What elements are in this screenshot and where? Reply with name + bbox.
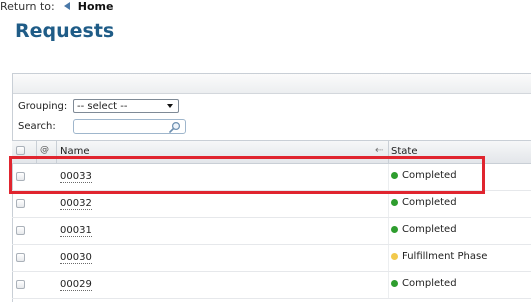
panel-header (13, 74, 531, 94)
grouping-select-value: -- select -- (77, 101, 128, 112)
table-header: @ Name ⇠ State (12, 140, 531, 164)
grouping-label: Grouping: (18, 101, 68, 112)
search-icon[interactable] (168, 121, 182, 133)
return-label: Return to: (0, 0, 55, 13)
request-name-link[interactable]: 00029 (60, 279, 92, 291)
request-state: Completed (391, 224, 457, 236)
status-dot-icon (391, 252, 398, 260)
request-name-link[interactable]: 00032 (60, 198, 92, 210)
state-label: Completed (402, 224, 457, 235)
row-checkbox[interactable] (16, 253, 25, 262)
grouping-select[interactable]: -- select -- (73, 99, 179, 113)
column-divider (388, 141, 389, 163)
table-row[interactable]: 00030 Fulfillment Phase (12, 245, 531, 272)
state-label: Completed (402, 278, 457, 289)
column-divider (36, 141, 37, 163)
column-divider (388, 164, 389, 190)
status-dot-icon (391, 225, 398, 233)
table-row[interactable]: 00029 Completed (12, 272, 531, 299)
attachment-column-icon: @ (40, 145, 49, 155)
request-state: Completed (391, 170, 457, 182)
chevron-down-icon (167, 104, 173, 108)
request-name-link[interactable]: 00033 (60, 171, 92, 183)
home-link[interactable]: Home (78, 0, 114, 13)
page-title: Requests (15, 20, 115, 42)
status-dot-icon (391, 171, 398, 179)
table-row[interactable]: 00032 Completed (12, 191, 531, 218)
back-arrow-icon[interactable] (64, 2, 71, 10)
select-all-checkbox[interactable] (16, 146, 25, 155)
column-resize-icon[interactable]: ⇠ (375, 145, 383, 156)
column-header-state[interactable]: State (391, 146, 417, 157)
row-checkbox[interactable] (16, 172, 25, 181)
column-divider (388, 191, 389, 217)
request-name-link[interactable]: 00030 (60, 252, 92, 264)
table-row[interactable]: 00031 Completed (12, 218, 531, 245)
request-state: Fulfillment Phase (391, 251, 487, 263)
request-state: Completed (391, 197, 457, 209)
column-divider (388, 245, 389, 271)
row-checkbox[interactable] (16, 226, 25, 235)
request-name-link[interactable]: 00031 (60, 225, 92, 237)
state-label: Completed (402, 170, 457, 181)
column-divider (388, 272, 389, 298)
column-divider (388, 218, 389, 244)
table-row[interactable]: 00033 Completed (12, 164, 531, 191)
status-dot-icon (391, 279, 398, 287)
column-divider (56, 141, 57, 163)
status-dot-icon (391, 198, 398, 206)
requests-table: @ Name ⇠ State 00033 Completed 00032 Com… (12, 140, 531, 299)
row-checkbox[interactable] (16, 280, 25, 289)
return-to-bar: Return to: Home (0, 0, 113, 13)
request-state: Completed (391, 278, 457, 290)
state-label: Completed (402, 197, 457, 208)
state-label: Fulfillment Phase (402, 251, 488, 262)
column-header-name[interactable]: Name (60, 146, 90, 157)
search-label: Search: (18, 121, 56, 132)
row-checkbox[interactable] (16, 199, 25, 208)
